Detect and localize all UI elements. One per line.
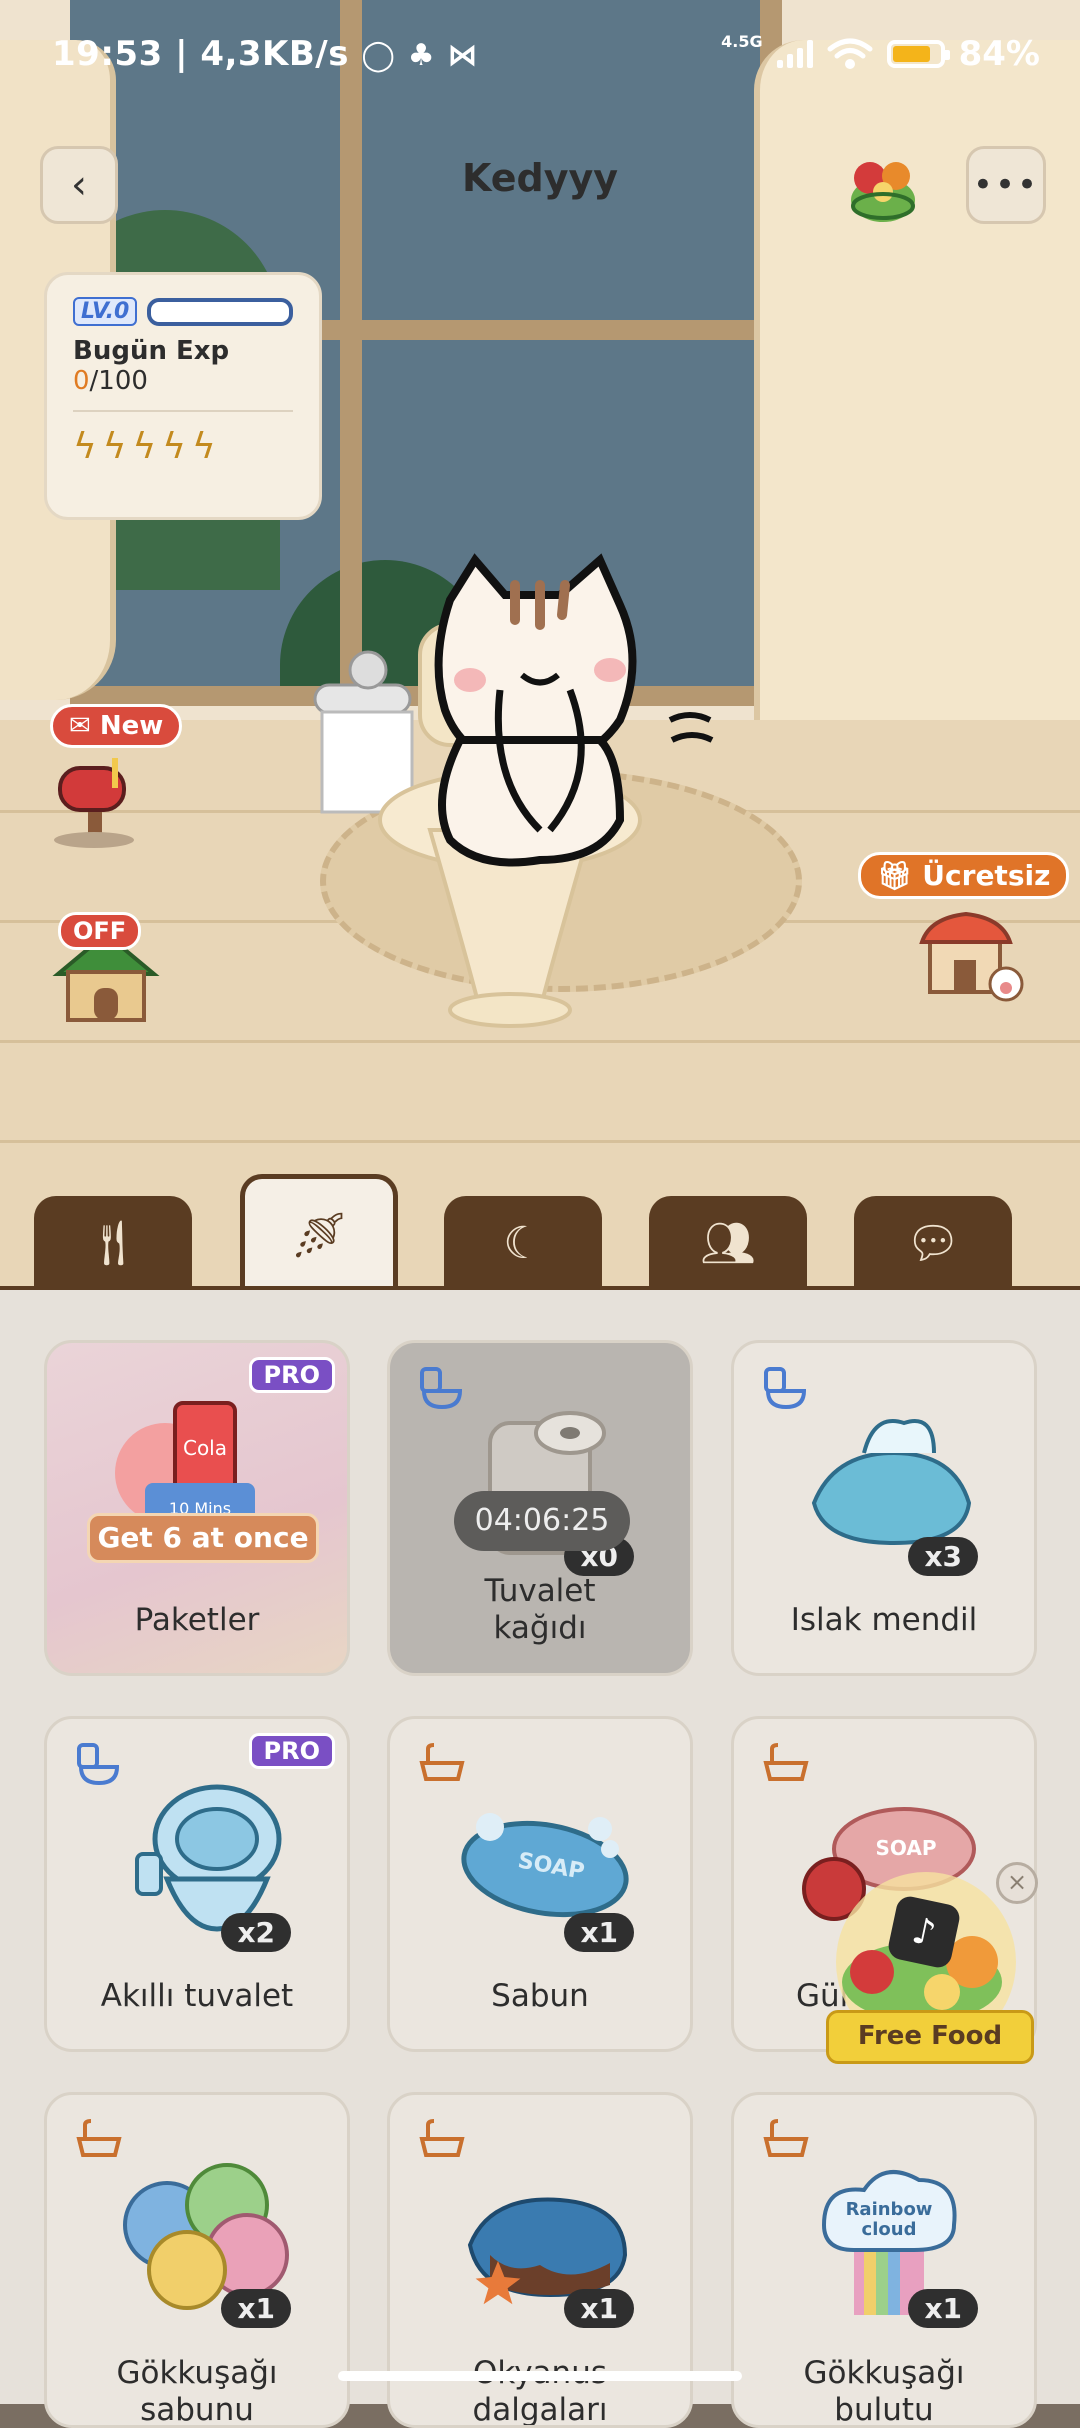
battery-icon (886, 40, 950, 68)
pro-badge: PRO (248, 1733, 335, 1769)
item-label: Akıllı tuvalet (100, 1977, 294, 2014)
moon-cup-icon: ☾ (503, 1217, 543, 1269)
speech-bubble-icon: 💬︎ (905, 1218, 961, 1269)
shop-icon[interactable] (910, 898, 1030, 1008)
group-icon: 👥︎ (700, 1218, 756, 1269)
item-label: Paketler (134, 1601, 260, 1638)
bolt-icon: ϟ (73, 426, 97, 467)
item-count: x2 (221, 1913, 291, 1952)
status-time-speed: 19:53 | 4,3KB/s (52, 34, 349, 74)
energy-bolts: ϟ ϟ ϟ ϟ ϟ (73, 426, 293, 467)
svg-text:Cola: Cola (183, 1436, 227, 1460)
network-type-label: 4.5G (721, 32, 763, 51)
battery-percent: 84% (958, 34, 1040, 74)
signal-icon (776, 40, 813, 68)
tab-bath[interactable]: 🚿︎ (240, 1174, 398, 1290)
tab-food[interactable]: 🍴︎ (34, 1196, 192, 1290)
category-tabs: 🍴︎ 🚿︎ ☾ 👥︎ 💬︎ (0, 1174, 1080, 1290)
item-label: Islak mendil (790, 1601, 978, 1638)
fork-knife-icon: 🍴︎ (85, 1218, 141, 1269)
exp-label: Bugün Exp (73, 336, 230, 366)
tab-sleep[interactable]: ☾ (444, 1196, 602, 1290)
item-label: Sabun (491, 1977, 589, 2014)
new-badge: ✉ New (50, 704, 183, 748)
free-badge: 🎁︎ Ücretsiz (858, 852, 1070, 899)
daily-exp-card: LV.0 Bugün Exp 0/100 ϟ ϟ ϟ ϟ ϟ (44, 272, 322, 520)
level-badge: LV.0 (73, 297, 138, 326)
bolt-icon: ϟ (102, 426, 127, 467)
item-card-toilet-paper[interactable]: x0 04:06:25 Tuvalet kağıdı (387, 1340, 693, 1676)
food-bowl-icon[interactable] (838, 140, 928, 230)
item-card-packs[interactable]: PRO Cola 10 Mins Get 6 at once Paketler (44, 1340, 350, 1676)
item-label: Gökkuşağı sabunu (116, 2354, 278, 2428)
free-food-label[interactable]: Free Food (826, 2010, 1034, 2064)
gift-icon: 🎁︎ (877, 859, 913, 892)
more-options-button[interactable]: ••• (966, 146, 1046, 224)
mail-icon: ✉ (69, 711, 91, 741)
item-label: Okyanus dalgaları (472, 2355, 608, 2428)
svg-text:SOAP: SOAP (875, 1836, 936, 1860)
tab-social[interactable]: 👥︎ (649, 1196, 807, 1290)
item-count: x1 (564, 2289, 634, 2328)
whatsapp-icon: ◯ (361, 38, 396, 73)
tab-chat[interactable]: 💬︎ (854, 1196, 1012, 1290)
close-icon[interactable]: × (996, 1862, 1038, 1904)
off-badge: OFF (58, 912, 142, 950)
item-label: Gökkuşağı bulutu (803, 2354, 965, 2428)
cat-on-toilet[interactable] (300, 540, 740, 1040)
bolt-icon: ϟ (132, 426, 157, 467)
item-count: x1 (908, 2289, 978, 2328)
shower-icon: 🚿︎ (291, 1209, 347, 1261)
item-card-rainbow-cloud[interactable]: Rainbow cloud x1 Gökkuşağı bulutu (731, 2092, 1037, 2428)
item-count: x1 (221, 2289, 291, 2328)
app-notification-icon: ⋈ (447, 38, 478, 73)
get-six-banner: Get 6 at once (87, 1513, 319, 1563)
item-panel: PRO Cola 10 Mins Get 6 at once Paketler … (0, 1286, 1080, 2428)
wifi-icon (827, 38, 873, 69)
item-label: Tuvalet kağıdı (484, 1572, 596, 1646)
bolt-icon: ϟ (192, 426, 216, 467)
item-card-soap[interactable]: SOAP x1 Sabun (387, 1716, 693, 2052)
status-bar: 19:53 | 4,3KB/s ◯ ♣ ⋈ 4.5G 84% (0, 0, 1080, 110)
item-card-rainbow-soap[interactable]: x1 Gökkuşağı sabunu (44, 2092, 350, 2428)
ellipsis-icon: ••• (972, 165, 1040, 205)
item-card-wet-wipes[interactable]: x3 Islak mendil (731, 1340, 1037, 1676)
level-progress-bar (147, 297, 293, 326)
item-count: x1 (564, 1913, 634, 1952)
exp-value: 0/100 (73, 366, 148, 396)
bolt-icon: ϟ (162, 426, 186, 467)
item-count: x3 (908, 1537, 978, 1576)
tree-icon: ♣ (407, 38, 436, 73)
item-card-smart-toilet[interactable]: PRO x2 Akıllı tuvalet (44, 1716, 350, 2052)
home-indicator[interactable] (338, 2371, 742, 2381)
cooldown-timer: 04:06:25 (454, 1491, 630, 1551)
mailbox-icon[interactable] (50, 748, 160, 848)
